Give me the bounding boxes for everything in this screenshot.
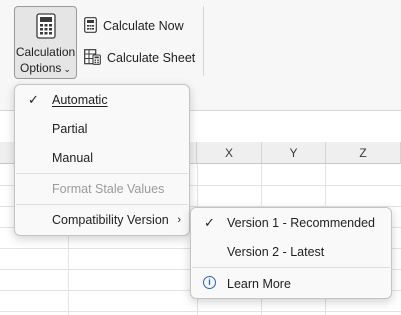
submenu-item-label: Version 2 - Latest	[227, 245, 325, 259]
submenu-item-learn-more[interactable]: i Learn More	[191, 271, 391, 297]
menu-divider	[192, 267, 390, 268]
submenu-item-version-1[interactable]: ✓ Version 1 - Recommended	[191, 210, 391, 236]
calculate-sheet-label: Calculate Sheet	[107, 51, 196, 65]
menu-item-label: Compatibility Version	[52, 213, 169, 227]
chevron-down-icon: ⌄	[63, 64, 71, 74]
calculate-now-label: Calculate Now	[103, 19, 184, 33]
calculation-options-label-line1: Calculation	[15, 45, 76, 59]
menu-item-label: Automatic	[52, 93, 108, 107]
column-header-y[interactable]: Y	[262, 142, 326, 164]
menu-divider	[16, 173, 188, 174]
menu-item-label: Manual	[52, 151, 93, 165]
calculate-sheet-button[interactable]: Calculate Sheet	[84, 47, 195, 69]
calculate-sheet-icon	[84, 48, 101, 68]
calculation-options-button[interactable]: Calculation Options ⌄	[14, 6, 77, 79]
column-header-x[interactable]: X	[197, 142, 262, 164]
menu-item-compatibility-version[interactable]: Compatibility Version ›	[15, 207, 189, 233]
checkmark-icon: ✓	[28, 92, 39, 107]
submenu-item-version-2[interactable]: Version 2 - Latest	[191, 239, 391, 265]
checkmark-icon: ✓	[204, 215, 215, 230]
menu-item-partial[interactable]: Partial	[15, 116, 189, 142]
column-header-z[interactable]: Z	[326, 142, 401, 164]
submenu-item-label: Version 1 - Recommended	[227, 216, 375, 230]
calculator-icon	[84, 16, 97, 36]
menu-item-format-stale-values: Format Stale Values	[15, 176, 189, 202]
info-icon: i	[203, 276, 216, 289]
menu-item-label: Format Stale Values	[52, 182, 165, 196]
submenu-item-label: Learn More	[227, 277, 291, 291]
ribbon-separator	[203, 6, 204, 76]
menu-item-automatic[interactable]: ✓ Automatic	[15, 87, 189, 113]
calculation-options-menu: ✓ Automatic Partial Manual Format Stale …	[14, 84, 190, 236]
calculation-options-label-line2: Options ⌄	[20, 61, 71, 75]
menu-divider	[16, 204, 188, 205]
compatibility-version-submenu: ✓ Version 1 - Recommended Version 2 - La…	[190, 207, 392, 299]
calculate-now-button[interactable]: Calculate Now	[84, 15, 184, 37]
menu-item-manual[interactable]: Manual	[15, 145, 189, 171]
grid-line	[0, 311, 401, 312]
calculator-icon	[36, 13, 56, 42]
menu-item-label: Partial	[52, 122, 88, 136]
chevron-right-icon: ›	[177, 214, 181, 226]
